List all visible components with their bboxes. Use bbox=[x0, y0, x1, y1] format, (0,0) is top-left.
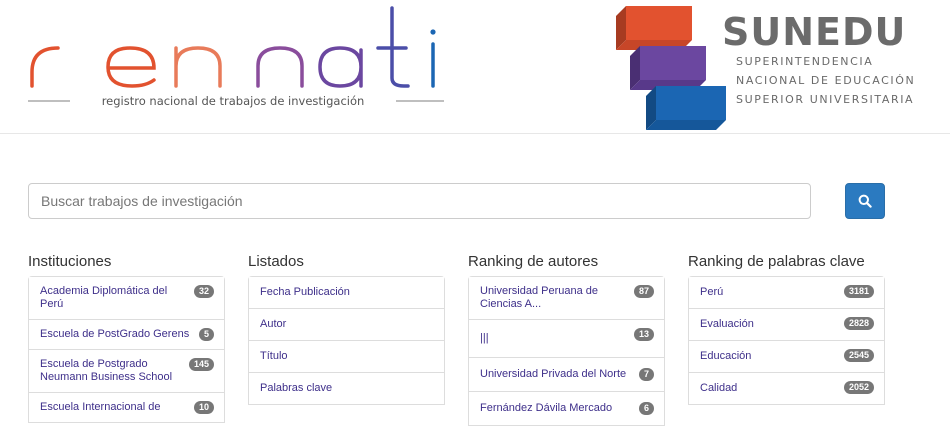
instituciones-panel: Instituciones Academia Diplomática del P… bbox=[28, 252, 225, 423]
count-badge: 2545 bbox=[843, 349, 874, 362]
instituciones-title: Instituciones bbox=[28, 253, 112, 270]
count-badge: 32 bbox=[193, 285, 214, 298]
item-label: Fecha Publicación bbox=[260, 286, 350, 298]
count-badge: 2052 bbox=[843, 381, 874, 394]
list-item[interactable]: Fecha Publicación bbox=[249, 277, 444, 309]
item-label: Escuela de Postgrado Neumann Business Sc… bbox=[40, 358, 173, 383]
ranking-palabras-panel: Ranking de palabras clave Perú 3181 Evalu… bbox=[688, 252, 885, 405]
count-badge: 7 bbox=[638, 368, 654, 381]
list-item[interactable]: Universidad Privada del Norte 7 bbox=[469, 358, 664, 392]
search-button[interactable] bbox=[845, 183, 885, 219]
item-label: Academia Diplomática del Perú bbox=[40, 285, 168, 310]
count-badge: 2828 bbox=[843, 317, 874, 330]
list-item[interactable]: Calidad 2052 bbox=[689, 373, 884, 405]
site-header: registro nacional de trabajos de investi… bbox=[0, 0, 950, 134]
item-label: Educación bbox=[700, 350, 752, 362]
count-badge: 3181 bbox=[843, 285, 874, 298]
item-label: Evaluación bbox=[700, 318, 754, 330]
item-label: Título bbox=[260, 350, 288, 362]
list-item[interactable]: ||| 13 bbox=[469, 320, 664, 358]
count-badge: 6 bbox=[638, 402, 654, 415]
ranking-palabras-title: Ranking de palabras clave bbox=[688, 253, 865, 270]
renati-tagline: registro nacional de trabajos de investi… bbox=[102, 94, 365, 108]
item-label: Fernández Dávila Mercado bbox=[480, 402, 613, 414]
count-badge: 87 bbox=[633, 285, 654, 298]
item-label: Palabras clave bbox=[260, 382, 333, 394]
item-label: Autor bbox=[260, 318, 287, 330]
ranking-autores-panel: Ranking de autores Universidad Peruana d… bbox=[468, 252, 665, 426]
list-item[interactable]: Evaluación 2828 bbox=[689, 309, 884, 341]
list-item[interactable]: Perú 3181 bbox=[689, 277, 884, 309]
list-item[interactable]: Escuela Internacional de 10 bbox=[29, 393, 224, 423]
list-item[interactable]: Título bbox=[249, 341, 444, 373]
item-label: Universidad Peruana de Ciencias A... bbox=[480, 285, 599, 310]
ranking-autores-title: Ranking de autores bbox=[468, 253, 599, 270]
item-label: Universidad Privada del Norte bbox=[480, 368, 627, 380]
sunedu-line-3: SUPERIOR UNIVERSITARIA bbox=[736, 93, 915, 106]
item-label: Escuela de PostGrado Gerens bbox=[40, 328, 190, 340]
sunedu-line-2: NACIONAL DE EDUCACIÓN bbox=[736, 74, 916, 87]
sunedu-name: SUNEDU bbox=[722, 10, 907, 54]
list-item[interactable]: Escuela de Postgrado Neumann Business Sc… bbox=[29, 350, 224, 393]
listados-panel: Listados Fecha Publicación Autor Título … bbox=[248, 252, 445, 405]
sunedu-line-1: SUPERINTENDENCIA bbox=[736, 55, 874, 68]
count-badge: 10 bbox=[193, 401, 214, 414]
search-input[interactable] bbox=[28, 183, 811, 219]
listados-title: Listados bbox=[248, 253, 304, 270]
item-label: Perú bbox=[700, 286, 724, 298]
count-badge: 5 bbox=[198, 328, 214, 341]
item-label: Calidad bbox=[700, 382, 738, 394]
count-badge: 145 bbox=[188, 358, 214, 371]
list-item[interactable]: Fernández Dávila Mercado 6 bbox=[469, 392, 664, 426]
list-item[interactable]: Academia Diplomática del Perú 32 bbox=[29, 277, 224, 320]
renati-logo[interactable]: registro nacional de trabajos de investi… bbox=[26, 6, 451, 118]
list-item[interactable]: Universidad Peruana de Ciencias A... 87 bbox=[469, 277, 664, 320]
listados-list: Fecha Publicación Autor Título Palabras … bbox=[248, 276, 445, 405]
ranking-palabras-list: Perú 3181 Evaluación 2828 Educación 2545 Ca… bbox=[688, 276, 885, 405]
list-item[interactable]: Educación 2545 bbox=[689, 341, 884, 373]
search-icon bbox=[858, 194, 872, 208]
list-item[interactable]: Palabras clave bbox=[249, 373, 444, 405]
list-item[interactable]: Escuela de PostGrado Gerens 5 bbox=[29, 320, 224, 350]
instituciones-list: Academia Diplomática del Perú 32 Escuela … bbox=[28, 276, 225, 423]
item-label: Escuela Internacional de bbox=[40, 401, 161, 413]
count-badge: 13 bbox=[633, 328, 654, 341]
item-label: ||| bbox=[480, 332, 489, 344]
ranking-autores-list: Universidad Peruana de Ciencias A... 87 |… bbox=[468, 276, 665, 426]
list-item[interactable]: Autor bbox=[249, 309, 444, 341]
